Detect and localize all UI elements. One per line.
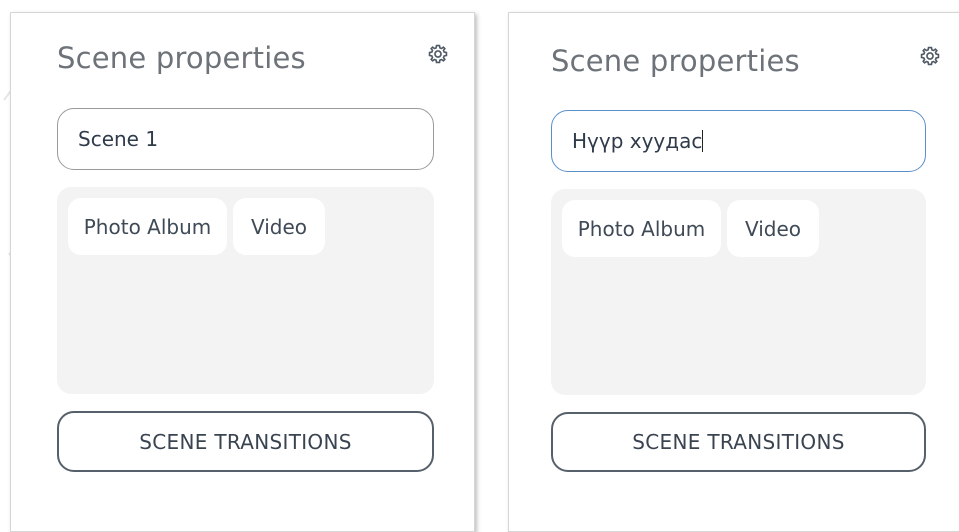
panel-title: Scene properties xyxy=(57,41,306,75)
panel-title: Scene properties xyxy=(551,44,800,78)
scene-properties-panel-right: Scene properties Нүүр хуудас Photo Album… xyxy=(508,12,959,532)
scene-name-input-focused[interactable]: Нүүр хуудас xyxy=(551,110,926,172)
gear-icon[interactable] xyxy=(427,43,449,65)
video-button[interactable]: Video xyxy=(233,198,325,255)
scene-properties-panel-left: Scene properties Scene 1 Photo Album Vid… xyxy=(10,12,475,532)
scene-name-input[interactable]: Scene 1 xyxy=(57,108,434,170)
photo-album-button[interactable]: Photo Album xyxy=(562,200,721,257)
photo-album-button[interactable]: Photo Album xyxy=(68,198,227,255)
scene-name-value: Нүүр хуудас xyxy=(572,129,703,153)
gear-icon[interactable] xyxy=(919,45,941,67)
scene-transitions-button[interactable]: SCENE TRANSITIONS xyxy=(551,412,926,472)
media-options-area: Photo Album Video xyxy=(57,187,434,394)
text-caret xyxy=(702,130,704,152)
scene-name-value: Scene 1 xyxy=(78,127,159,151)
scene-transitions-button[interactable]: SCENE TRANSITIONS xyxy=(57,411,434,472)
media-options-area: Photo Album Video xyxy=(551,189,926,395)
video-button[interactable]: Video xyxy=(727,200,819,257)
